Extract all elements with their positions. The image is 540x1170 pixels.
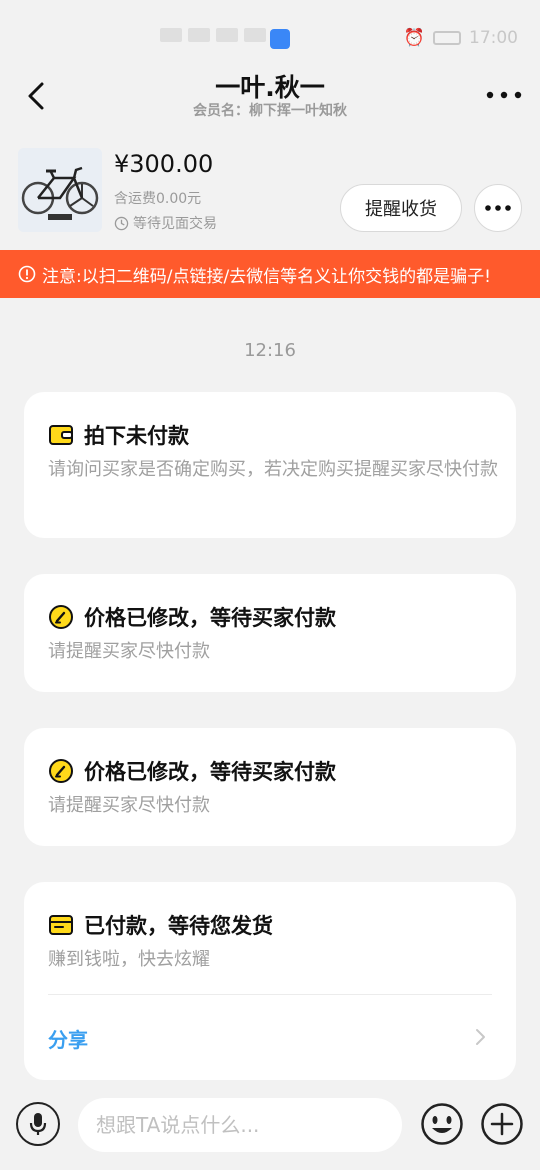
bicycle-image	[18, 148, 102, 232]
status-icons-left	[160, 28, 266, 42]
wifi-icon	[244, 28, 266, 42]
card-title: 拍下未付款	[48, 420, 189, 450]
signal-icon	[216, 28, 238, 42]
divider	[48, 994, 492, 995]
battery-icon	[433, 31, 461, 45]
message-timestamp: 12:16	[244, 340, 296, 361]
card-description: 赚到钱啦，快去炫耀	[48, 949, 210, 970]
edit-price-icon	[49, 759, 73, 783]
status-time: 17:00	[469, 28, 518, 48]
card-title-text: 价格已修改，等待买家付款	[84, 760, 336, 784]
message-input-bar	[0, 1088, 540, 1170]
fraud-warning-banner: 注意:以扫二维码/点链接/去微信等名义让你交钱的都是骗子!	[0, 250, 540, 298]
paid-card-icon	[49, 915, 73, 935]
order-status-card: 价格已修改，等待买家付款 请提醒买家尽快付款	[24, 574, 516, 692]
alert-icon	[18, 265, 36, 283]
share-arrow[interactable]	[474, 1026, 488, 1052]
emoji-button[interactable]	[420, 1102, 464, 1146]
product-more-button[interactable]	[474, 184, 522, 232]
card-description: 请提醒买家尽快付款	[48, 641, 210, 662]
product-price: ¥300.00	[114, 150, 214, 178]
add-attachment-button[interactable]	[480, 1102, 524, 1146]
trade-status: 等待见面交易	[114, 213, 217, 233]
chevron-right-icon	[476, 1029, 485, 1045]
edit-price-icon	[49, 605, 73, 629]
share-link[interactable]: 分享	[48, 1024, 88, 1053]
chat-header: 一叶.秋一 会员名：柳下挥一叶知秋	[0, 62, 540, 132]
alarm-icon: ⏰	[403, 28, 425, 48]
remind-receipt-button[interactable]: 提醒收货	[340, 184, 462, 232]
wallet-icon	[49, 425, 73, 445]
clock-icon	[114, 216, 129, 230]
product-thumbnail[interactable]	[18, 148, 102, 232]
card-title-text: 拍下未付款	[84, 424, 189, 448]
card-title-text: 价格已修改，等待买家付款	[84, 606, 336, 630]
microphone-icon	[29, 1113, 47, 1135]
card-title-text: 已付款，等待您发货	[84, 914, 273, 938]
trade-status-label: 等待见面交易	[133, 216, 217, 232]
sim-icon	[160, 28, 182, 42]
more-icon	[485, 205, 511, 211]
card-title: 价格已修改，等待买家付款	[48, 602, 336, 632]
plus-icon	[481, 1103, 523, 1145]
more-options-button[interactable]	[484, 80, 524, 110]
shipping-fee: 含运费0.00元	[114, 191, 202, 207]
card-description: 请询问买家是否确定购买，若决定购买提醒买家尽快付款	[48, 459, 498, 480]
product-summary: ¥300.00 含运费0.00元 等待见面交易 提醒收货	[0, 140, 540, 246]
message-input[interactable]	[78, 1098, 402, 1152]
card-title: 价格已修改，等待买家付款	[48, 756, 336, 786]
order-status-card: 拍下未付款 请询问买家是否确定购买，若决定购买提醒买家尽快付款	[24, 392, 516, 538]
warning-text: 注意:以扫二维码/点链接/去微信等名义让你交钱的都是骗子!	[42, 266, 491, 287]
card-description: 请提醒买家尽快付款	[48, 795, 210, 816]
page-title: 一叶.秋一	[215, 73, 325, 102]
signal-icon	[188, 28, 210, 42]
member-name: 会员名：柳下挥一叶知秋	[193, 103, 347, 119]
status-icons-right: ⏰ 17:00	[404, 28, 518, 48]
order-status-card: 已付款，等待您发货 赚到钱啦，快去炫耀 分享	[24, 882, 516, 1080]
emoji-icon	[421, 1103, 463, 1145]
more-icon	[486, 91, 522, 99]
card-title: 已付款，等待您发货	[48, 910, 273, 940]
notification-icon	[270, 29, 290, 49]
voice-input-button[interactable]	[16, 1102, 60, 1146]
order-status-card: 价格已修改，等待买家付款 请提醒买家尽快付款	[24, 728, 516, 846]
